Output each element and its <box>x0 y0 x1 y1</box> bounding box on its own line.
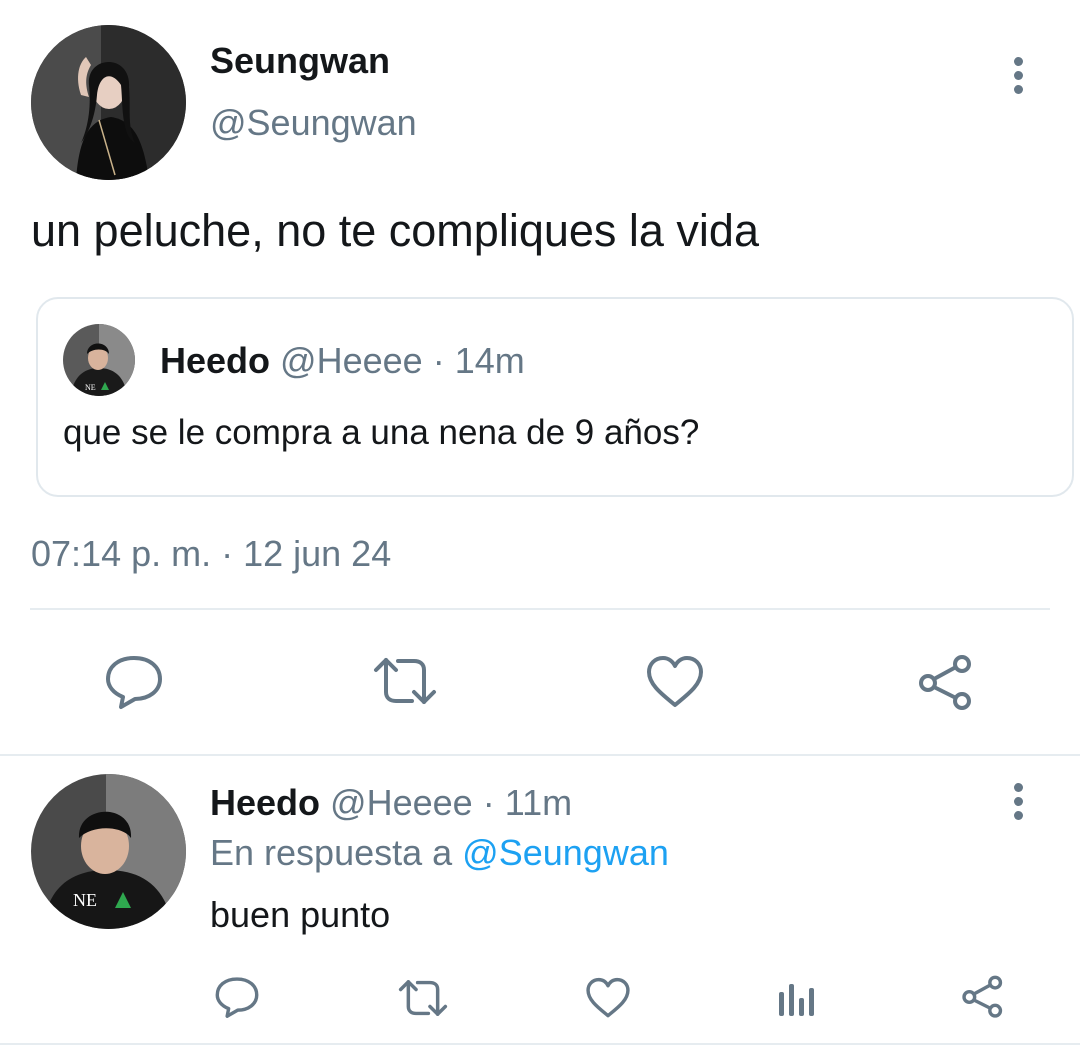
quoted-author-name[interactable]: Heedo <box>160 340 270 381</box>
quoted-author-avatar: NE <box>63 324 135 396</box>
quoted-header: Heedo @Heeee · 14m <box>160 340 525 382</box>
quoted-time: 14m <box>454 340 525 381</box>
divider <box>30 608 1050 610</box>
share-icon[interactable] <box>916 654 976 712</box>
analytics-icon[interactable] <box>776 978 816 1018</box>
quoted-text: que se le compra a una nena de 9 años? <box>63 413 700 452</box>
share-icon[interactable] <box>960 975 1006 1019</box>
reply-text: buen punto <box>210 894 391 935</box>
retweet-icon[interactable] <box>396 977 450 1019</box>
more-options-icon[interactable] <box>1012 57 1024 94</box>
author-handle[interactable]: @Seungwan <box>210 102 417 144</box>
like-icon[interactable] <box>645 655 705 709</box>
reply-context: En respuesta a @Seungwan <box>210 832 669 874</box>
retweet-icon[interactable] <box>370 654 440 708</box>
reply-prefix: En respuesta a <box>210 832 453 873</box>
tweet-timestamp: 07:14 p. m. · 12 jun 24 <box>31 533 392 574</box>
tweet-text: un peluche, no te compliques la vida <box>31 205 759 256</box>
svg-text:NE: NE <box>85 383 96 392</box>
like-icon[interactable] <box>585 977 631 1019</box>
reply-time: 11m <box>504 782 573 823</box>
reply-author-name[interactable]: Heedo <box>210 782 320 823</box>
svg-text:NE: NE <box>73 890 97 910</box>
separator-dot: · <box>432 340 445 381</box>
separator-dot: · <box>482 782 495 823</box>
reply-author-avatar[interactable]: NE <box>31 774 186 929</box>
reply-icon[interactable] <box>104 654 164 712</box>
quoted-tweet-card[interactable] <box>36 297 1074 497</box>
section-divider <box>0 754 1080 756</box>
quoted-author-handle[interactable]: @Heeee <box>280 340 423 381</box>
more-options-icon[interactable] <box>1012 783 1024 820</box>
author-avatar[interactable] <box>31 25 186 180</box>
mention-link[interactable]: @Seungwan <box>462 832 669 873</box>
reply-header: Heedo @Heeee · 11m <box>210 782 572 824</box>
author-name[interactable]: Seungwan <box>210 40 390 82</box>
reply-author-handle[interactable]: @Heeee <box>330 782 473 823</box>
bottom-divider <box>0 1043 1080 1045</box>
reply-icon[interactable] <box>214 976 260 1020</box>
